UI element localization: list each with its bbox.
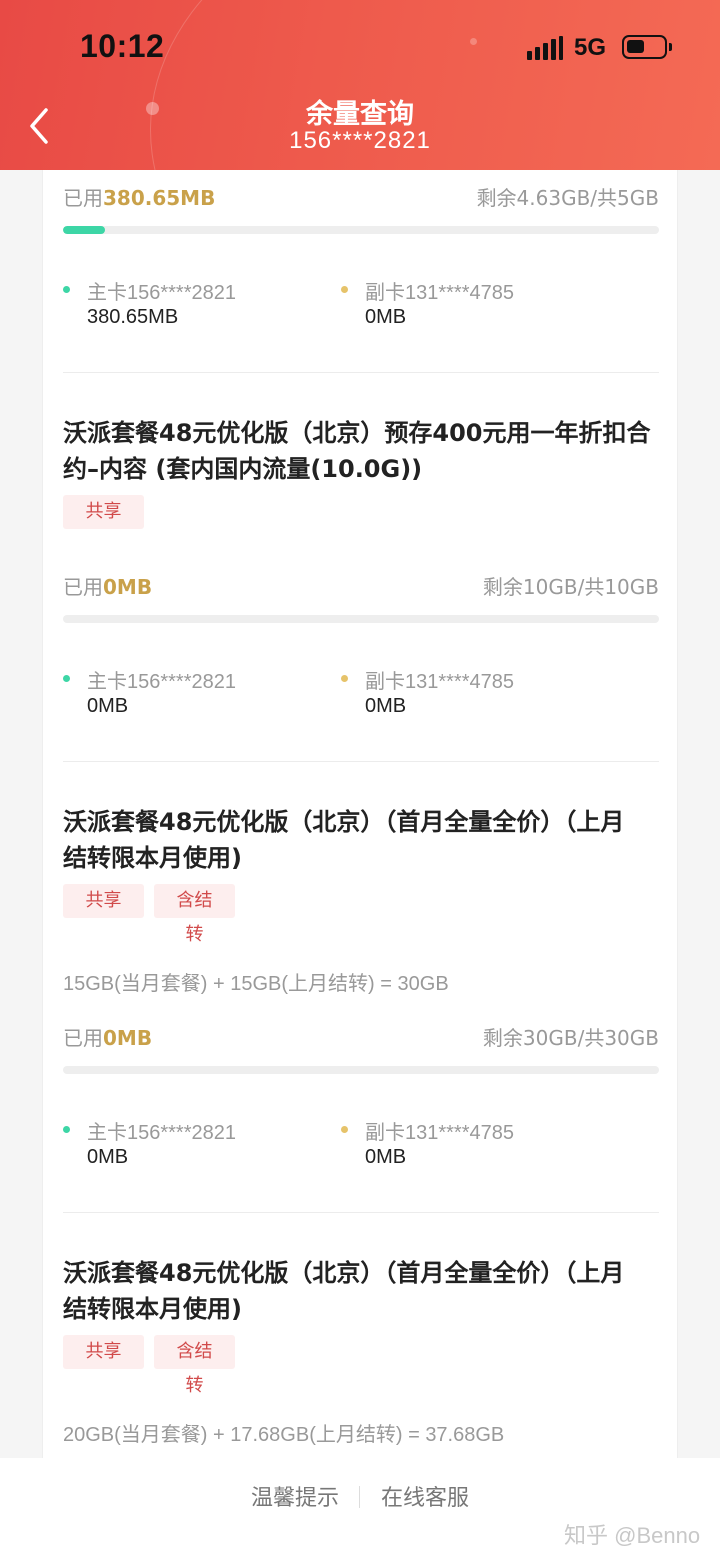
usage-row: 已用0MB 剩余30GB/共30GB bbox=[63, 1022, 659, 1052]
member-primary: 主卡156****2821 380.65MB bbox=[63, 276, 323, 336]
member-dot bbox=[63, 1126, 70, 1133]
used-amount: 已用0MB bbox=[63, 1026, 153, 1050]
watermark: 知乎 @Benno bbox=[564, 1523, 701, 1548]
member-value: 0MB bbox=[87, 695, 129, 717]
usage-progress-bar bbox=[63, 615, 659, 623]
member-label: 副卡131****4785 bbox=[365, 282, 514, 304]
usage-progress-bar bbox=[63, 226, 659, 234]
member-value: 0MB bbox=[365, 1146, 407, 1168]
bottom-bar: 温馨提示 在线客服 知乎 @Benno bbox=[0, 1458, 720, 1558]
member-label: 主卡156****2821 bbox=[87, 1122, 236, 1144]
quota-formula: 20GB(当月套餐) + 17.68GB(上月结转) = 37.68GB bbox=[63, 1424, 505, 1446]
usage-card: 已用380.65MB 剩余4.63GB/共5GB 主卡156****2821 3… bbox=[42, 150, 678, 1470]
member-dot bbox=[341, 1126, 348, 1133]
quota-formula: 15GB(当月套餐) + 15GB(上月结转) = 30GB bbox=[63, 973, 449, 995]
page-title: 余量查询 bbox=[306, 99, 414, 130]
signal-icon bbox=[527, 36, 563, 60]
page-subtitle-phone: 156****2821 bbox=[289, 127, 431, 154]
member-dot bbox=[63, 675, 70, 682]
tag-shared: 共享 bbox=[63, 495, 144, 529]
usage-progress-bar bbox=[63, 1066, 659, 1074]
usage-row: 已用380.65MB 剩余4.63GB/共5GB bbox=[63, 182, 659, 212]
member-label: 副卡131****4785 bbox=[365, 1122, 514, 1144]
header-decoration-dot-small bbox=[470, 38, 477, 45]
member-value: 0MB bbox=[365, 306, 407, 328]
member-dot bbox=[341, 675, 348, 682]
member-secondary: 副卡131****4785 0MB bbox=[341, 1116, 601, 1176]
member-label: 主卡156****2821 bbox=[87, 282, 236, 304]
member-value: 0MB bbox=[365, 695, 407, 717]
member-secondary: 副卡131****4785 0MB bbox=[341, 665, 601, 725]
package-title: 沃派套餐48元优化版（北京）（首月全量全价）（上月 结转限本月使用) bbox=[63, 808, 625, 872]
tips-link[interactable]: 温馨提示 bbox=[251, 1480, 339, 1512]
member-value: 380.65MB bbox=[87, 306, 179, 328]
tag-shared: 共享 bbox=[63, 1335, 144, 1369]
member-secondary: 副卡131****4785 0MB bbox=[341, 276, 601, 336]
package-title: 沃派套餐48元优化版（北京）预存400元用一年折扣合 约–内容 (套内国内流量(… bbox=[63, 419, 651, 483]
member-dot bbox=[341, 286, 348, 293]
tag-carryover: 含结转 bbox=[154, 1335, 235, 1396]
usage-progress-fill bbox=[63, 226, 105, 234]
divider bbox=[63, 1212, 659, 1213]
member-value: 0MB bbox=[87, 1146, 129, 1168]
divider bbox=[63, 761, 659, 762]
member-dot bbox=[63, 286, 70, 293]
remaining-amount: 剩余30GB/共30GB bbox=[482, 1026, 659, 1050]
remaining-amount: 剩余10GB/共10GB bbox=[482, 575, 659, 599]
package-title: 沃派套餐48元优化版（北京）（首月全量全价）（上月 结转限本月使用) bbox=[63, 1259, 625, 1323]
used-amount: 已用380.65MB bbox=[63, 186, 216, 210]
member-label: 主卡156****2821 bbox=[87, 671, 236, 693]
network-type: 5G bbox=[574, 34, 607, 61]
member-label: 副卡131****4785 bbox=[365, 671, 514, 693]
battery-icon bbox=[622, 35, 672, 59]
header: 10:12 5G 余量查询 156****2821 bbox=[0, 0, 720, 170]
status-time: 10:12 bbox=[80, 28, 165, 64]
usage-row: 已用0MB 剩余10GB/共10GB bbox=[63, 571, 659, 601]
member-primary: 主卡156****2821 0MB bbox=[63, 665, 323, 725]
member-primary: 主卡156****2821 0MB bbox=[63, 1116, 323, 1176]
bottom-divider bbox=[359, 1486, 360, 1508]
tag-carryover: 含结转 bbox=[154, 884, 235, 945]
remaining-amount: 剩余4.63GB/共5GB bbox=[476, 186, 659, 210]
divider bbox=[63, 372, 659, 373]
used-amount: 已用0MB bbox=[63, 575, 153, 599]
tag-shared: 共享 bbox=[63, 884, 144, 918]
online-service-link[interactable]: 在线客服 bbox=[381, 1480, 469, 1512]
